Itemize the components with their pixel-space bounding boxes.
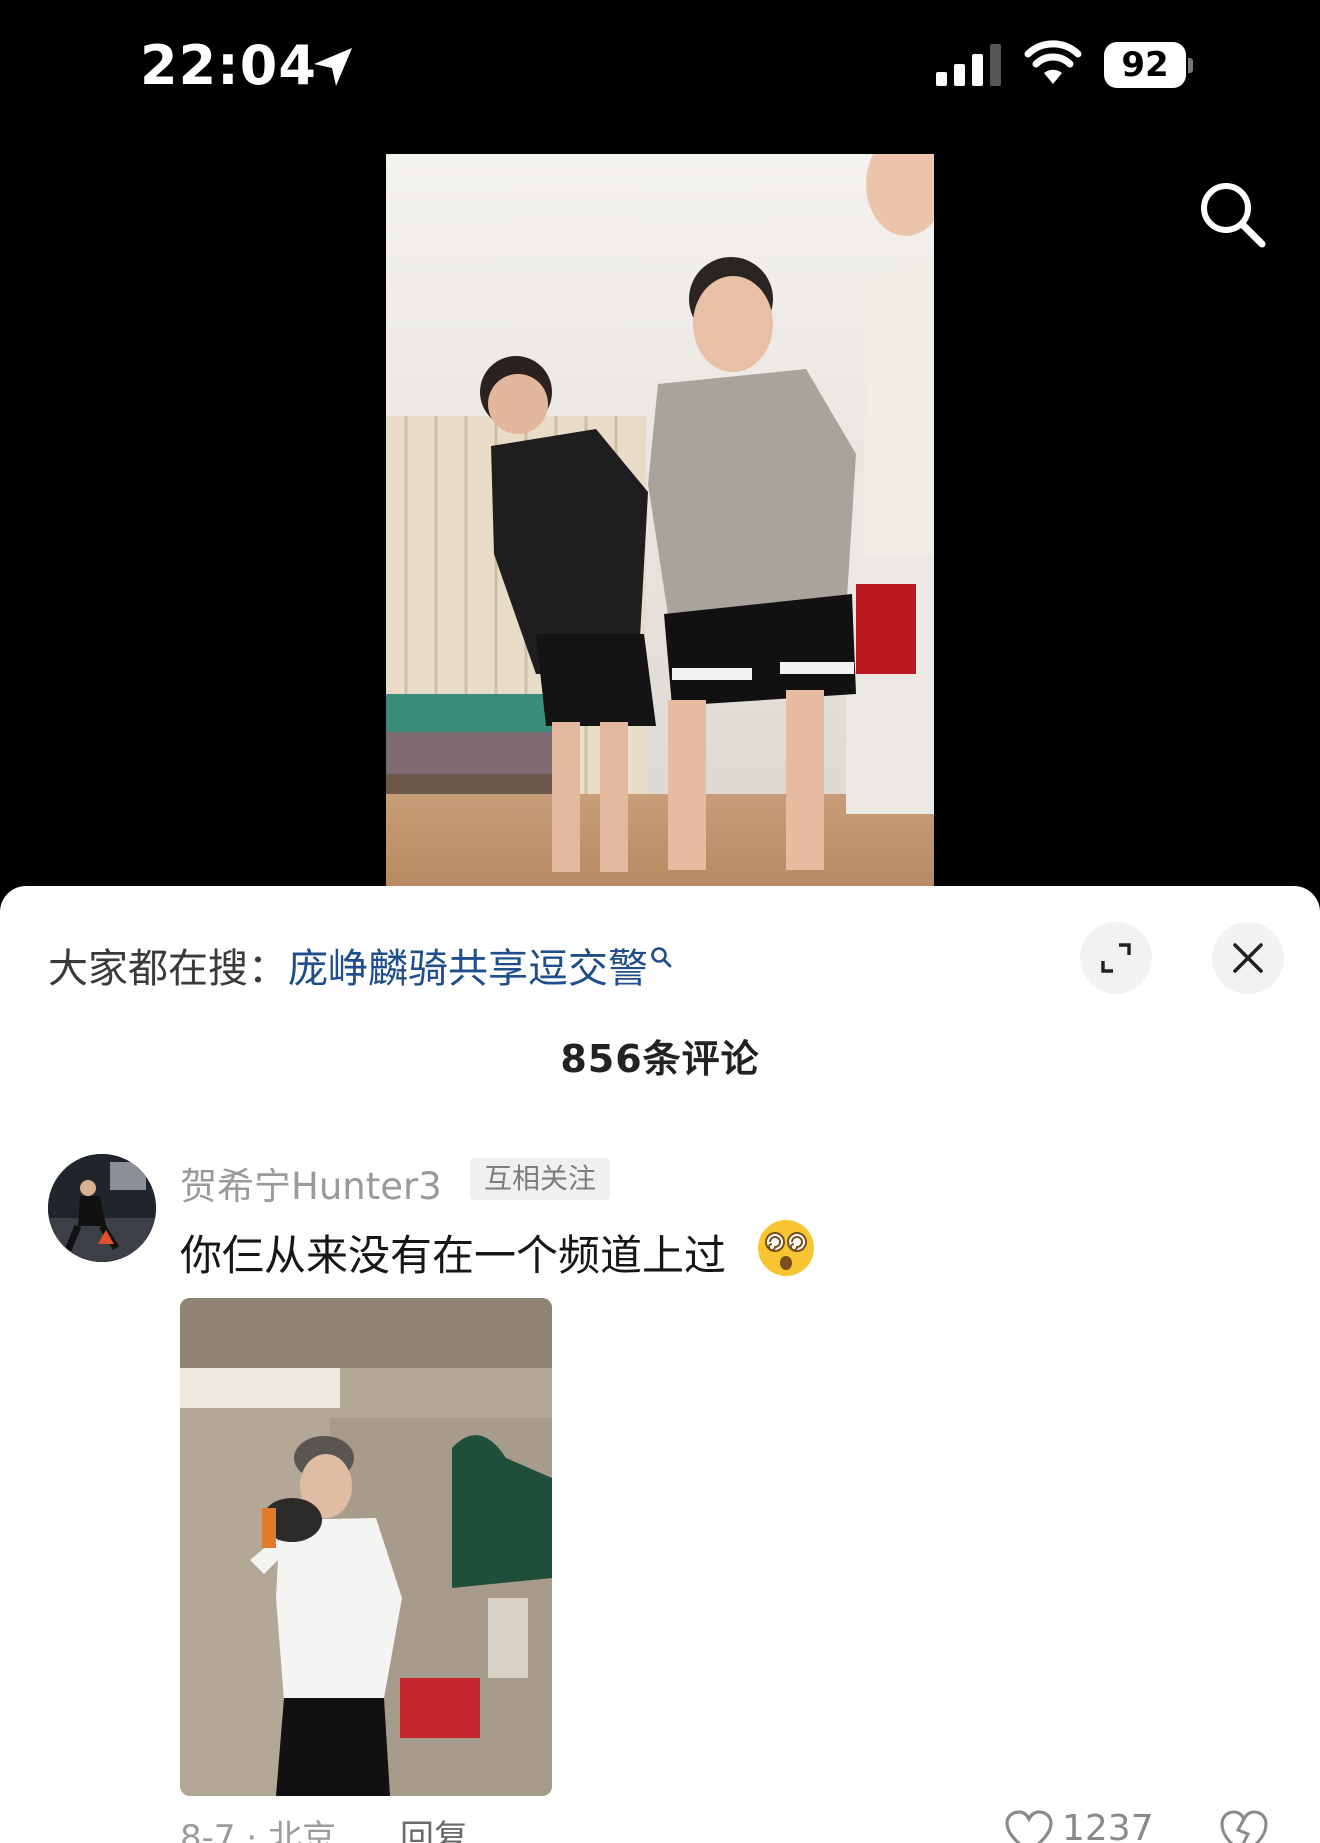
avatar-image (48, 1154, 156, 1262)
hot-search-link[interactable]: 大家都在搜：庞峥麟骑共享逗交警 (48, 936, 672, 994)
comment-text: 你仨从来没有在一个频道上过 (180, 1231, 727, 1280)
video-frame-image (386, 154, 934, 886)
expand-icon (1101, 943, 1131, 973)
mutual-follow-badge: 互相关注 (470, 1158, 611, 1200)
cellular-signal-icon (936, 44, 1001, 86)
comment-image[interactable] (180, 1298, 552, 1796)
avatar[interactable] (48, 1154, 156, 1262)
reply-button[interactable]: 回复 (400, 1810, 468, 1843)
expand-button[interactable] (1080, 922, 1152, 994)
hot-search-keyword[interactable]: 庞峥麟骑共享逗交警 (288, 946, 648, 992)
battery-indicator: 92 (1104, 42, 1194, 88)
location-arrow-icon (314, 48, 352, 86)
close-icon (1233, 943, 1263, 973)
status-time: 22:04 (140, 34, 317, 97)
battery-nub (1188, 58, 1193, 73)
small-search-icon (651, 947, 672, 968)
like-count: 1237 (1062, 1808, 1154, 1843)
dislike-icon[interactable] (1218, 1806, 1270, 1843)
video-player[interactable] (386, 154, 934, 886)
dizzy-face-emoji (758, 1220, 814, 1276)
comment-username[interactable]: 贺希宁Hunter3 (180, 1156, 442, 1210)
search-icon[interactable] (1198, 180, 1268, 250)
comment-count: 856条评论 (560, 1037, 760, 1081)
hot-search-prefix: 大家都在搜： (48, 946, 288, 992)
heart-icon[interactable] (1004, 1810, 1054, 1843)
comment-photo (180, 1298, 552, 1796)
battery-level: 92 (1121, 45, 1169, 85)
status-bar: 22:04 92 (0, 0, 1320, 130)
close-button[interactable] (1212, 922, 1284, 994)
wifi-icon (1024, 40, 1082, 84)
comment-sheet: 大家都在搜：庞峥麟骑共享逗交警 856条评论 贺希宁Hunter3 互相关注 你… (0, 886, 1320, 1843)
comment-date-location: 8-7 · 北京 (180, 1818, 336, 1843)
